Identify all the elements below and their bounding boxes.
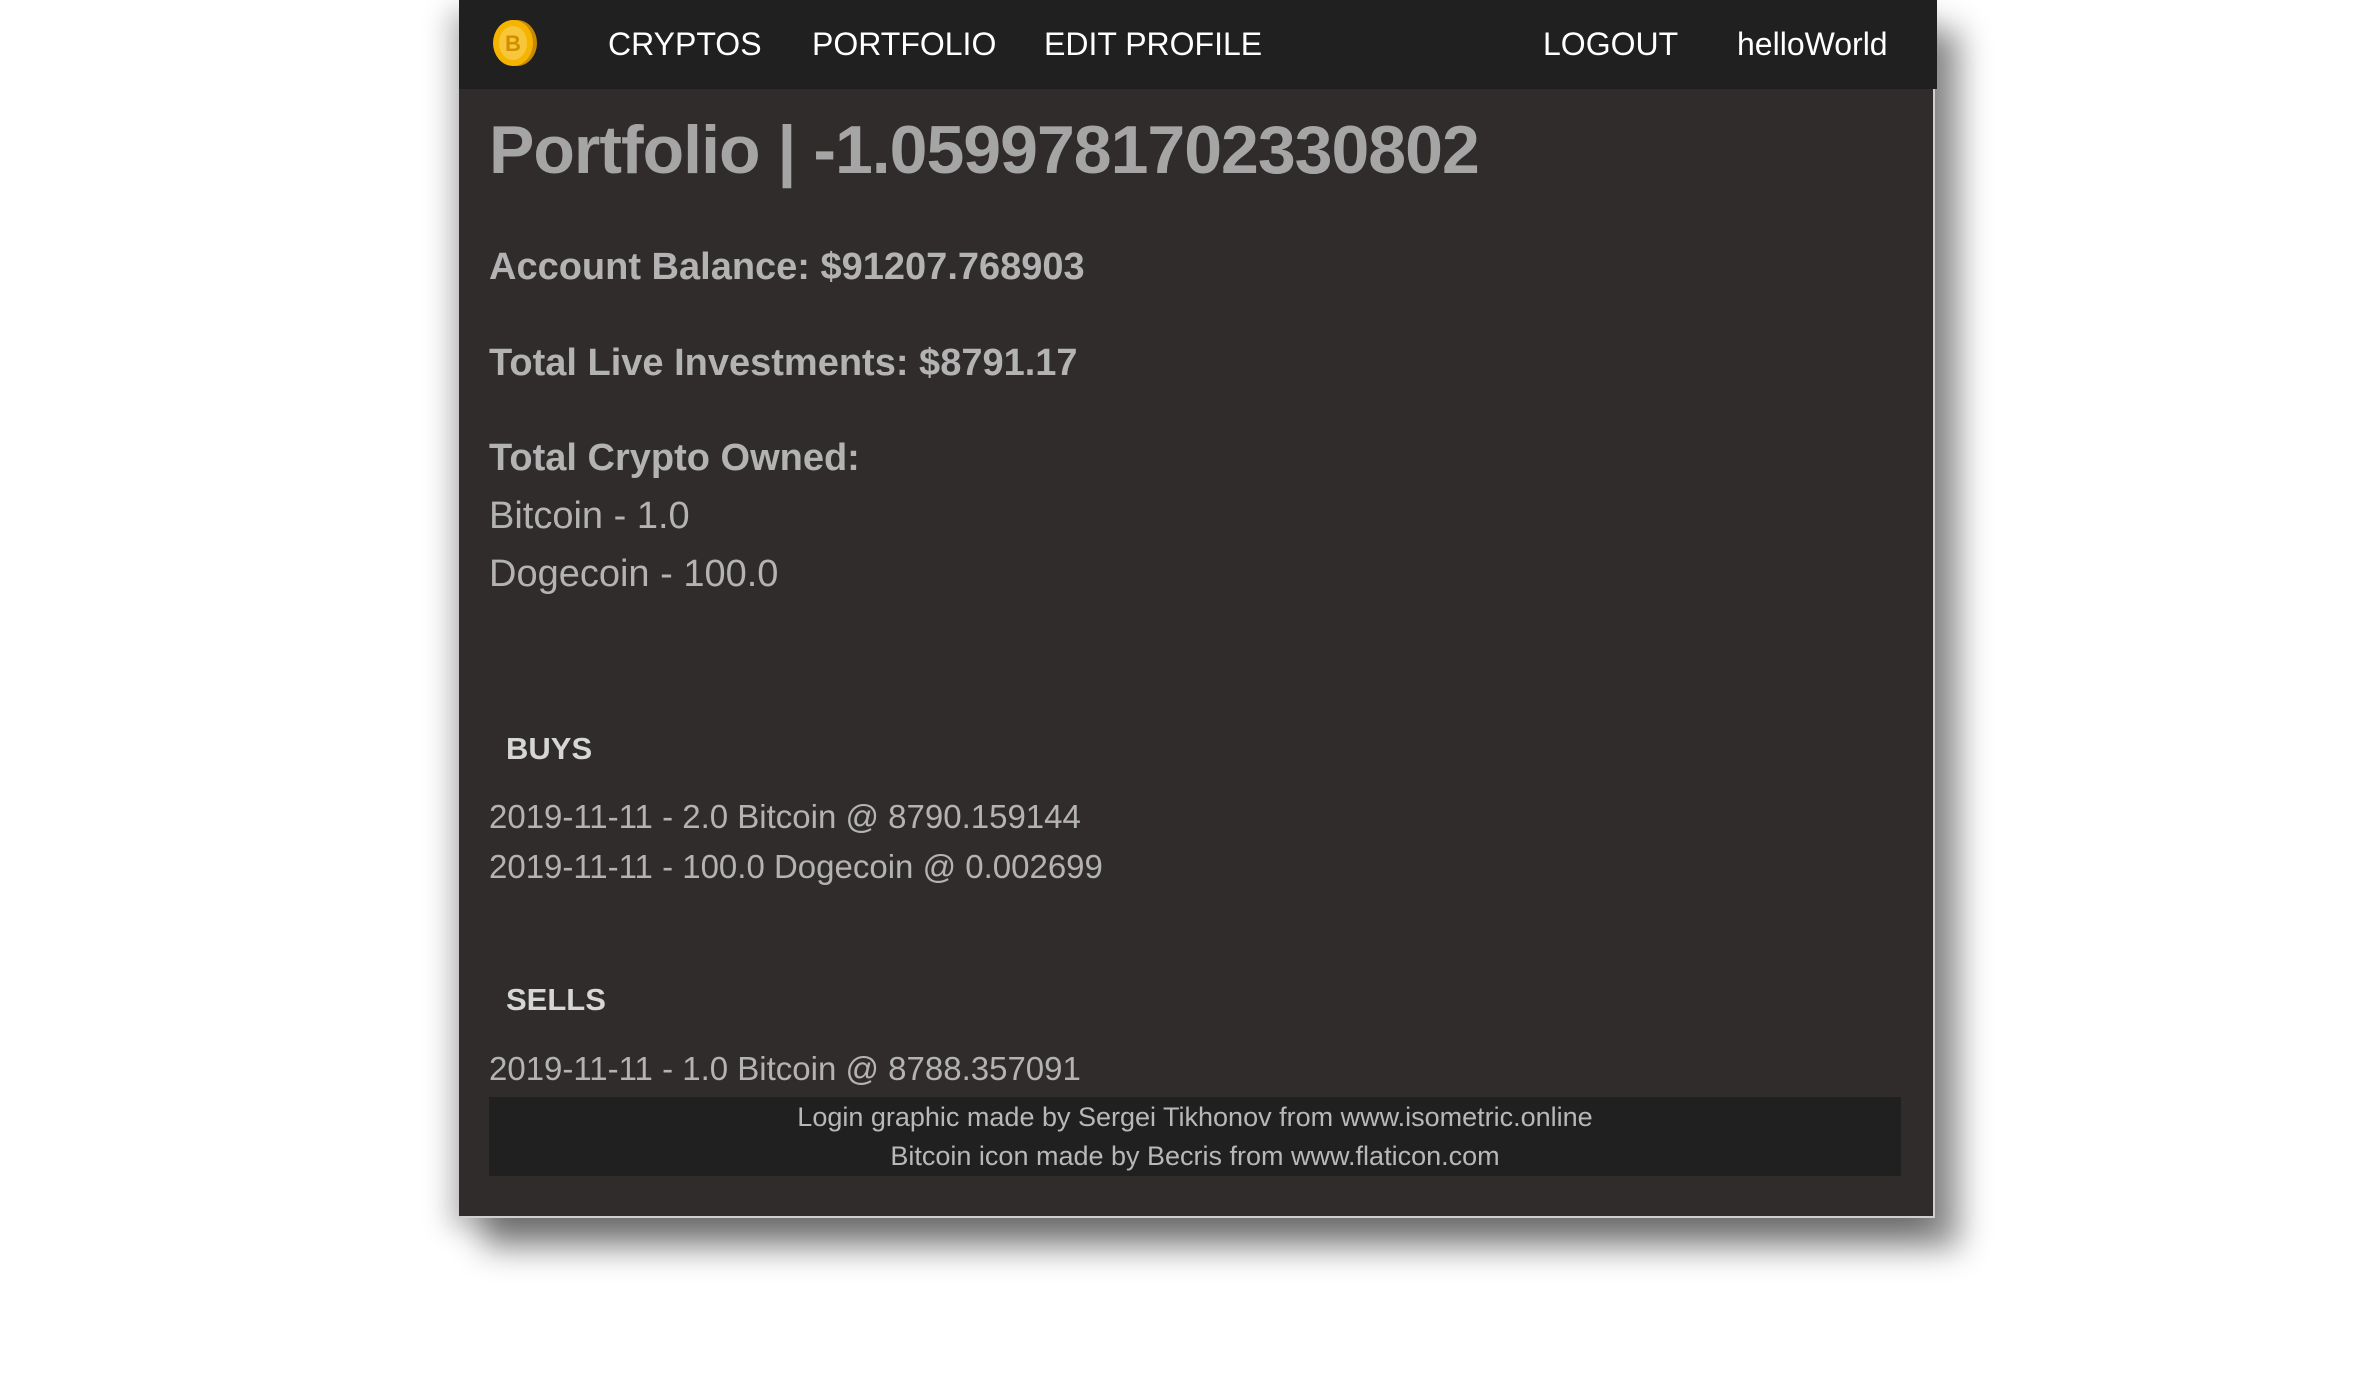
footer-credits: Login graphic made by Sergei Tikhonov fr… bbox=[489, 1097, 1901, 1176]
total-live-investments: Total Live Investments: $8791.17 bbox=[489, 342, 1078, 384]
app-window: B CRYPTOS PORTFOLIO EDIT PROFILE LOGOUT … bbox=[459, 0, 1937, 1218]
nav-link-username[interactable]: helloWorld bbox=[1737, 22, 1888, 66]
owned-item: Bitcoin - 1.0 bbox=[489, 495, 690, 537]
footer-credit-line: Bitcoin icon made by Becris from www.fla… bbox=[890, 1141, 1500, 1171]
footer-credit-line: Login graphic made by Sergei Tikhonov fr… bbox=[797, 1102, 1593, 1132]
owned-item: Dogecoin - 100.0 bbox=[489, 553, 779, 595]
page-title: Portfolio | -1.0599781702330802 bbox=[489, 112, 1480, 188]
buy-transaction: 2019-11-11 - 100.0 Dogecoin @ 0.002699 bbox=[489, 848, 1103, 885]
nav-link-portfolio[interactable]: PORTFOLIO bbox=[812, 22, 996, 66]
bitcoin-coin-icon[interactable]: B bbox=[492, 18, 538, 68]
navbar: B CRYPTOS PORTFOLIO EDIT PROFILE LOGOUT … bbox=[459, 0, 1937, 89]
buys-heading: BUYS bbox=[506, 731, 593, 766]
nav-link-edit-profile[interactable]: EDIT PROFILE bbox=[1044, 22, 1262, 66]
svg-text:B: B bbox=[505, 31, 521, 56]
nav-link-cryptos[interactable]: CRYPTOS bbox=[608, 22, 762, 66]
sell-transaction: 2019-11-11 - 1.0 Bitcoin @ 8788.357091 bbox=[489, 1050, 1081, 1087]
sells-heading: SELLS bbox=[506, 982, 606, 1017]
buy-transaction: 2019-11-11 - 2.0 Bitcoin @ 8790.159144 bbox=[489, 798, 1081, 835]
account-balance: Account Balance: $91207.768903 bbox=[489, 246, 1085, 288]
nav-link-logout[interactable]: LOGOUT bbox=[1543, 22, 1678, 66]
total-crypto-owned-label: Total Crypto Owned: bbox=[489, 437, 860, 479]
